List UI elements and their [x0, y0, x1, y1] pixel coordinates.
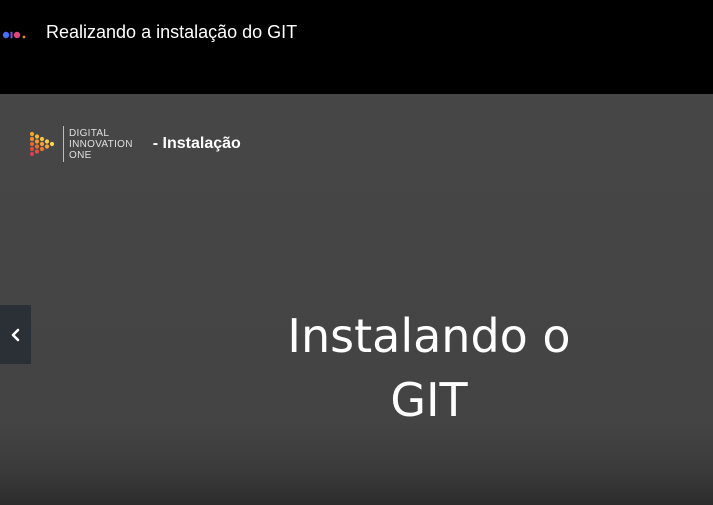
slide-heading-line-2: GIT: [390, 373, 468, 427]
brand-line-1: DIGITAL: [69, 127, 110, 139]
slide-heading-line-1: Instalando o: [287, 309, 571, 363]
video-player[interactable]: DIGITAL INNOVATION ONE - Instalação Inst…: [0, 94, 713, 505]
dio-logo-icon[interactable]: [2, 28, 32, 40]
digital-innovation-one-hex-icon: [29, 131, 55, 157]
brand-line-3: ONE: [69, 149, 92, 161]
previous-button[interactable]: [0, 305, 31, 364]
slide-section-label: - Instalação: [152, 135, 241, 152]
slide-heading: Instalando o GIT: [224, 304, 634, 432]
chevron-left-icon: [11, 328, 19, 341]
brand-wordmark: DIGITAL INNOVATION ONE: [69, 128, 133, 161]
video-title[interactable]: Realizando a instalação do GIT: [46, 22, 297, 43]
title-bar: Realizando a instalação do GIT: [0, 0, 713, 94]
brand-divider: [63, 126, 64, 162]
slide-brand: DIGITAL INNOVATION ONE - Instalação: [28, 124, 241, 164]
brand-line-2: INNOVATION: [69, 138, 133, 150]
